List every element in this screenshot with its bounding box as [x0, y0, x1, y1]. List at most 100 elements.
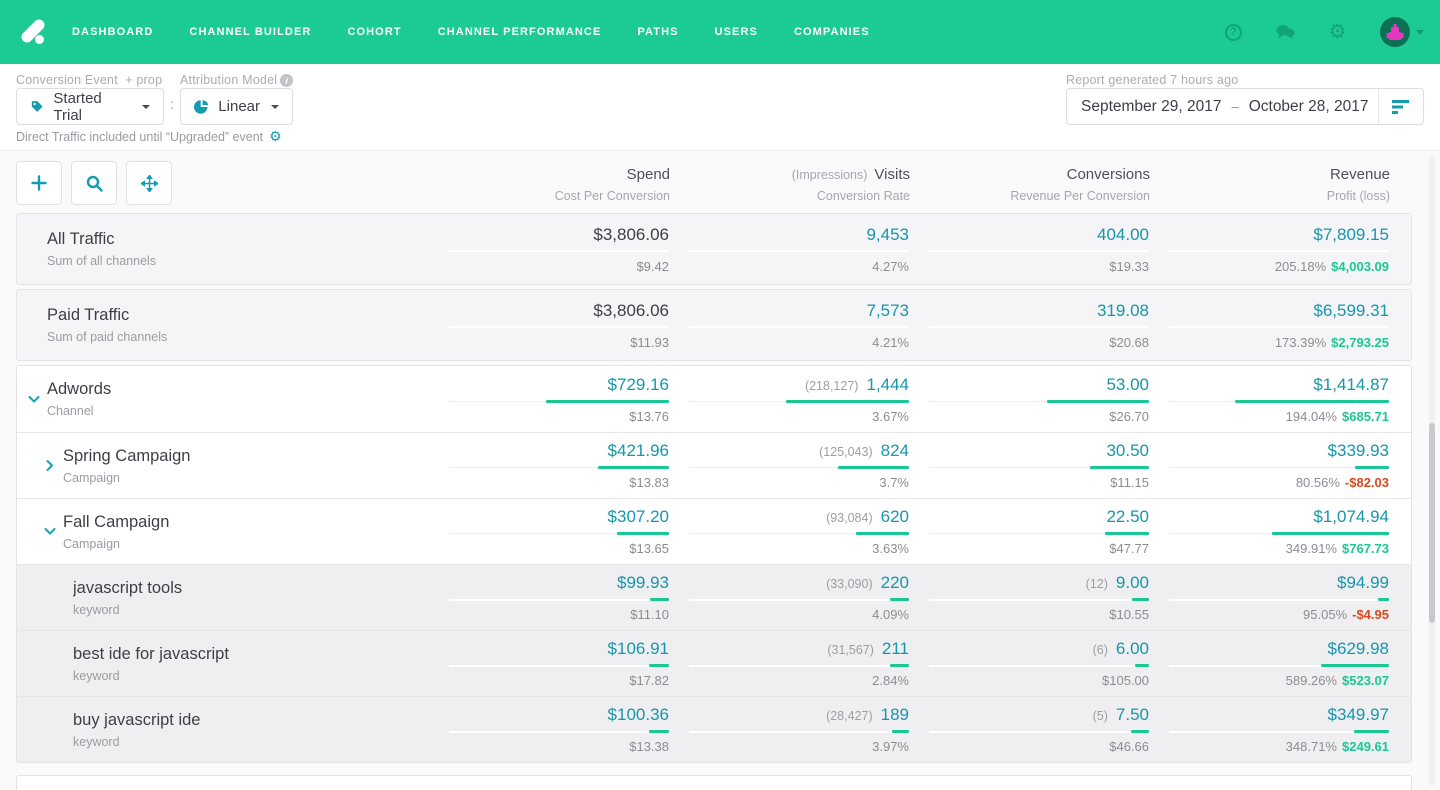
- info-icon[interactable]: i: [280, 74, 293, 87]
- metric-value[interactable]: $421.96: [608, 441, 669, 461]
- filter-icon[interactable]: [1379, 100, 1423, 114]
- table-body: All Traffic Sum of all channels $3,806.0…: [0, 213, 1440, 790]
- metric-sub-value: 173.39%$2,793.25: [1149, 335, 1389, 350]
- attribution-model-select[interactable]: Linear: [180, 88, 293, 125]
- spend-cell: $99.93$11.10: [429, 573, 669, 622]
- row-expand-chevron[interactable]: [27, 396, 41, 403]
- nav-item-users[interactable]: USERS: [715, 26, 758, 38]
- search-button[interactable]: [71, 161, 117, 205]
- column-header-conversions[interactable]: Conversions Revenue Per Conversion: [910, 161, 1150, 203]
- nav-item-channel-performance[interactable]: CHANNEL PERFORMANCE: [438, 26, 602, 38]
- metric-value[interactable]: 53.00: [1106, 375, 1149, 395]
- row-expand-chevron[interactable]: [43, 528, 57, 535]
- metric-value[interactable]: $100.36: [608, 705, 669, 725]
- settings-gear-icon[interactable]: ⚙: [1328, 23, 1347, 42]
- metric-value[interactable]: 7.50: [1116, 705, 1149, 725]
- metric-secondary-value: (5): [1093, 709, 1108, 723]
- table-row[interactable]: Video Channel $380.80 875 14.00 $944.07: [17, 776, 1411, 790]
- metric-sub-value: $13.38: [429, 739, 669, 754]
- metric-value[interactable]: 319.08: [1097, 301, 1149, 321]
- nav-item-cohort[interactable]: COHORT: [347, 26, 401, 38]
- column-header-visits[interactable]: (Impressions)Visits Conversion Rate: [670, 161, 910, 203]
- account-menu[interactable]: [1380, 17, 1424, 47]
- metric-value[interactable]: 211: [882, 639, 909, 659]
- table-row[interactable]: Spring Campaign Campaign $421.96$13.83 (…: [17, 432, 1411, 498]
- metric-value[interactable]: 1,444: [866, 375, 909, 395]
- conversions-cell: (12)9.00$10.55: [909, 573, 1149, 622]
- metric-bar: [449, 250, 669, 253]
- metric-value[interactable]: $6,599.31: [1313, 301, 1389, 321]
- date-end: October 28, 2017: [1249, 98, 1369, 116]
- metric-secondary-value: (6): [1093, 643, 1108, 657]
- metric-value[interactable]: $1,414.87: [1313, 375, 1389, 395]
- table-row[interactable]: javascript tools keyword $99.93$11.10 (3…: [17, 564, 1411, 630]
- metric-bar: [1169, 466, 1389, 469]
- column-header-spend[interactable]: Spend Cost Per Conversion: [430, 161, 670, 203]
- column-header-revenue[interactable]: Revenue Profit (loss): [1150, 161, 1390, 203]
- revenue-cell: $1,414.87194.04%$685.71: [1149, 375, 1389, 424]
- metric-value[interactable]: 22.50: [1106, 507, 1149, 527]
- chat-icon[interactable]: [1276, 23, 1295, 42]
- revenue-cell: $6,599.31 173.39%$2,793.25: [1149, 301, 1389, 350]
- report-generated-label: Report generated 7 hours ago: [1066, 73, 1238, 87]
- add-prop-link[interactable]: + prop: [125, 73, 162, 87]
- metric-value[interactable]: $339.93: [1328, 441, 1389, 461]
- help-icon[interactable]: ?: [1224, 23, 1243, 42]
- table-row[interactable]: best ide for javascript keyword $106.91$…: [17, 630, 1411, 696]
- revenue-cell: $629.98589.26%$523.07: [1149, 639, 1389, 688]
- conversion-event-select[interactable]: Started Trial: [16, 88, 164, 125]
- app-logo-icon[interactable]: [18, 15, 52, 49]
- nav-item-channel-builder[interactable]: CHANNEL BUILDER: [189, 26, 311, 38]
- metric-value[interactable]: 404.00: [1097, 225, 1149, 245]
- metric-value[interactable]: $94.99: [1337, 573, 1389, 593]
- metric-value[interactable]: $99.93: [617, 573, 669, 593]
- nav-item-dashboard[interactable]: DASHBOARD: [72, 26, 153, 38]
- row-title: buy javascript ide: [73, 711, 429, 730]
- visits-cell: (218,127)1,4443.67%: [669, 375, 909, 424]
- profit-value: $249.61: [1342, 739, 1389, 754]
- visits-cell: 7,5734.21%: [669, 301, 909, 350]
- metric-value[interactable]: $1,074.94: [1313, 507, 1389, 527]
- metric-value[interactable]: 6.00: [1116, 639, 1149, 659]
- metric-value[interactable]: $7,809.15: [1313, 225, 1389, 245]
- metric-sub-value: 3.97%: [669, 739, 909, 754]
- chevron-down-icon: [1416, 30, 1424, 35]
- metric-sub-value: $105.00: [909, 673, 1149, 688]
- metric-sub-value: $13.65: [429, 541, 669, 556]
- revenue-cell: $94.9995.05%-$4.95: [1149, 573, 1389, 622]
- metric-value[interactable]: $349.97: [1328, 705, 1389, 725]
- metric-value[interactable]: 220: [881, 573, 909, 593]
- table-card: Video Channel $380.80 875 14.00 $944.07: [16, 775, 1412, 790]
- date-range-picker[interactable]: September 29, 2017 – October 28, 2017: [1066, 88, 1424, 125]
- metric-value[interactable]: 9.00: [1116, 573, 1149, 593]
- table-row[interactable]: All Traffic Sum of all channels $3,806.0…: [17, 214, 1411, 284]
- metric-value[interactable]: $629.98: [1328, 639, 1389, 659]
- note-settings-gear-icon[interactable]: ⚙: [269, 128, 282, 145]
- metric-value[interactable]: 620: [881, 507, 909, 527]
- table-row[interactable]: Fall Campaign Campaign $307.20$13.65 (93…: [17, 498, 1411, 564]
- tag-icon: [30, 99, 44, 114]
- metric-value[interactable]: $106.91: [608, 639, 669, 659]
- row-title: Spring Campaign: [63, 447, 429, 466]
- scrollbar-thumb[interactable]: [1429, 423, 1435, 623]
- conversion-event-label: Conversion Event + prop: [16, 73, 162, 87]
- metric-bar: [929, 730, 1149, 733]
- metric-bar: [1169, 598, 1389, 601]
- metric-value[interactable]: 9,453: [866, 225, 909, 245]
- reorder-button[interactable]: [126, 161, 172, 205]
- metric-value[interactable]: 824: [881, 441, 909, 461]
- metric-bar: [449, 598, 669, 601]
- metric-value[interactable]: 7,573: [866, 301, 909, 321]
- metric-value[interactable]: $729.16: [608, 375, 669, 395]
- table-row[interactable]: Adwords Channel $729.16$13.76 (218,127)1…: [17, 366, 1411, 432]
- add-channel-button[interactable]: [16, 161, 62, 205]
- row-expand-chevron[interactable]: [43, 462, 57, 469]
- metric-value[interactable]: 30.50: [1106, 441, 1149, 461]
- metric-value[interactable]: $307.20: [608, 507, 669, 527]
- metric-bar: [929, 664, 1149, 667]
- table-row[interactable]: buy javascript ide keyword $100.36$13.38…: [17, 696, 1411, 762]
- metric-value[interactable]: 189: [881, 705, 909, 725]
- nav-item-paths[interactable]: PATHS: [637, 26, 678, 38]
- table-row[interactable]: Paid Traffic Sum of paid channels $3,806…: [17, 290, 1411, 360]
- nav-item-companies[interactable]: COMPANIES: [794, 26, 870, 38]
